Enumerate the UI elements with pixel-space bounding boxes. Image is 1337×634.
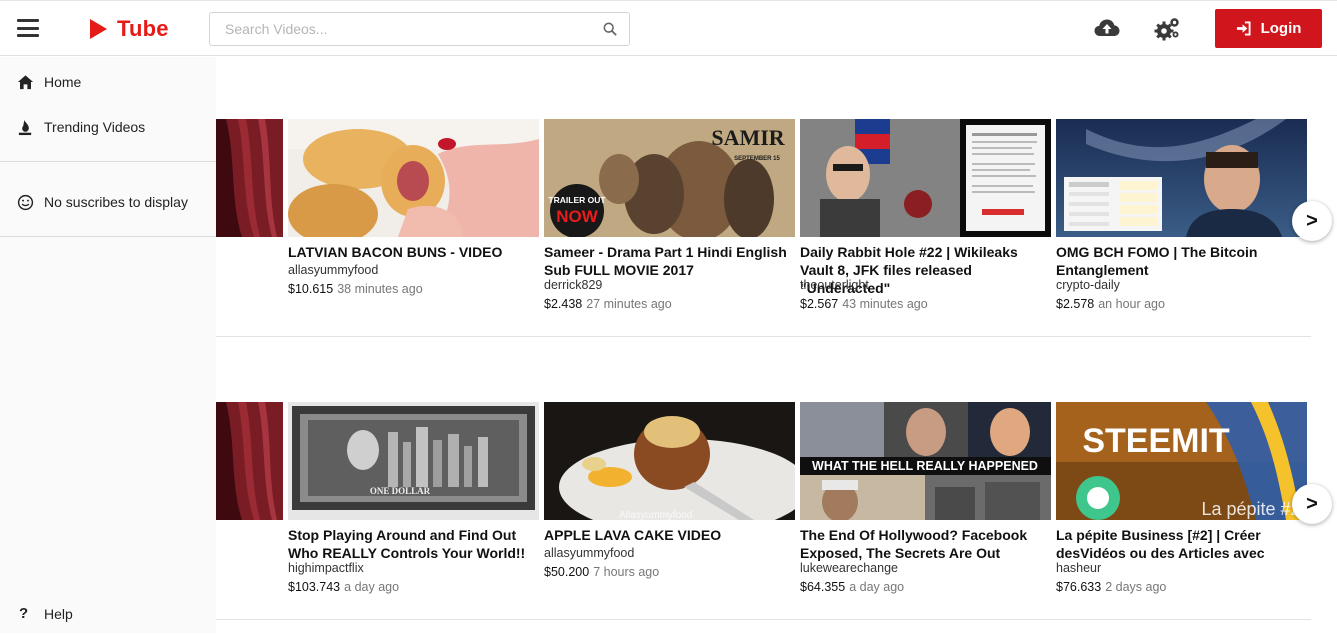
search-input[interactable] — [210, 13, 590, 45]
video-payout: $2.438 — [544, 297, 583, 311]
login-button[interactable]: Login — [1215, 9, 1322, 48]
carousel-next-button[interactable]: > — [1292, 201, 1332, 241]
video-meta: $2.578 an hour ago — [1056, 297, 1165, 311]
video-author[interactable]: allasyummyfood — [544, 546, 634, 560]
menu-icon[interactable] — [17, 19, 39, 37]
video-title[interactable]: La pépite Business [#2] | Créer desVidéo… — [1056, 526, 1307, 562]
video-thumbnail[interactable]: TRAILER OUT NOW SAMIR SEPTEMBER 15 — [544, 119, 795, 237]
sign-in-icon — [1236, 21, 1251, 36]
fire-icon — [18, 119, 32, 135]
smiley-icon — [17, 194, 34, 210]
video-thumbnail[interactable]: ONE DOLLAR — [288, 402, 539, 520]
video-time: 2 days ago — [1105, 580, 1167, 594]
video-meta: $2.438 27 minutes ago — [544, 297, 672, 311]
video-time: 27 minutes ago — [586, 297, 672, 311]
cloud-upload-icon[interactable] — [1093, 15, 1121, 43]
login-label: Login — [1260, 20, 1302, 37]
sidebar-item-help[interactable]: ? Help — [0, 594, 216, 634]
video-title[interactable]: OMG BCH FOMO | The Bitcoin Entanglement — [1056, 243, 1307, 279]
video-author[interactable]: highimpactflix — [288, 561, 364, 575]
carousel-next-button[interactable]: > — [1292, 484, 1332, 524]
sidebar-item-home[interactable]: Home — [0, 62, 216, 102]
sidebar-divider — [0, 161, 216, 162]
sidebar-item-trending[interactable]: Trending Videos — [0, 107, 216, 147]
video-title[interactable]: The End Of Hollywood? Facebook Exposed, … — [800, 526, 1051, 562]
play-logo-icon — [90, 19, 107, 39]
home-icon — [17, 74, 34, 89]
curtain-thumbnail[interactable] — [216, 402, 283, 520]
thumb-caption: ONE DOLLAR — [370, 486, 431, 496]
site-logo[interactable]: Tube — [90, 14, 169, 44]
video-author[interactable]: lukewearechange — [800, 561, 898, 575]
help-icon: ? — [19, 605, 29, 622]
search-icon[interactable] — [603, 22, 617, 36]
thumb-caption: Allasyummyfood — [619, 510, 692, 520]
sidebar-item-label: Trending Videos — [44, 119, 146, 135]
video-time: a day ago — [849, 580, 905, 594]
video-thumbnail[interactable]: WHAT THE HELL REALLY HAPPENED — [800, 402, 1051, 520]
video-payout: $76.633 — [1056, 580, 1102, 594]
row-divider — [216, 336, 1311, 337]
gear-icon[interactable] — [1153, 15, 1181, 43]
video-title[interactable]: LATVIAN BACON BUNS - VIDEO — [288, 243, 539, 261]
video-payout: $64.355 — [800, 580, 846, 594]
video-meta: $103.743 a day ago — [288, 580, 399, 594]
video-time: 7 hours ago — [593, 565, 660, 579]
video-payout: $10.615 — [288, 282, 334, 296]
video-author[interactable]: hasheur — [1056, 561, 1101, 575]
sidebar-item-subscriptions[interactable]: No suscribes to display — [0, 182, 216, 222]
video-title[interactable]: Sameer - Drama Part 1 Hindi English Sub … — [544, 243, 795, 279]
sidebar-divider — [0, 236, 216, 237]
thumb-caption: WHAT THE HELL REALLY HAPPENED — [812, 459, 1038, 473]
search-box — [209, 12, 630, 46]
sidebar-item-label: Help — [44, 606, 73, 622]
thumb-caption: SAMIR — [711, 125, 785, 150]
sidebar-item-label: Home — [44, 74, 82, 90]
video-thumbnail[interactable]: STEEMIT La pépite #2 — [1056, 402, 1307, 520]
thumb-caption: STEEMIT — [1082, 422, 1230, 460]
video-time: a day ago — [344, 580, 400, 594]
thumb-caption: NOW — [556, 207, 599, 226]
video-author[interactable]: theouterlight — [800, 278, 869, 292]
video-time: an hour ago — [1098, 297, 1165, 311]
video-title[interactable]: Stop Playing Around and Find Out Who REA… — [288, 526, 539, 562]
curtain-thumbnail[interactable] — [216, 119, 283, 237]
video-meta: $50.200 7 hours ago — [544, 565, 659, 579]
thumb-caption: La pépite #2 — [1201, 499, 1300, 519]
video-meta: $76.633 2 days ago — [1056, 580, 1166, 594]
video-thumbnail[interactable]: Allasyummyfood — [544, 402, 795, 520]
video-author[interactable]: crypto-daily — [1056, 278, 1120, 292]
video-payout: $103.743 — [288, 580, 341, 594]
sidebar: Home Trending Videos No suscribes to dis… — [0, 57, 216, 633]
row-divider — [216, 619, 1311, 620]
video-thumbnail[interactable] — [288, 119, 539, 237]
video-meta: $2.567 43 minutes ago — [800, 297, 928, 311]
sidebar-item-label: No suscribes to display — [44, 194, 188, 210]
video-meta: $10.615 38 minutes ago — [288, 282, 423, 296]
video-payout: $50.200 — [544, 565, 590, 579]
video-author[interactable]: derrick829 — [544, 278, 602, 292]
thumb-caption: TRAILER OUT — [548, 195, 606, 205]
video-payout: $2.567 — [800, 297, 839, 311]
video-time: 43 minutes ago — [842, 297, 928, 311]
video-title[interactable]: APPLE LAVA CAKE VIDEO — [544, 526, 795, 544]
logo-text: Tube — [117, 16, 169, 41]
video-payout: $2.578 — [1056, 297, 1095, 311]
video-thumbnail[interactable] — [800, 119, 1051, 237]
thumb-caption: SEPTEMBER 15 — [734, 156, 780, 162]
video-meta: $64.355 a day ago — [800, 580, 904, 594]
video-author[interactable]: allasyummyfood — [288, 263, 378, 277]
video-time: 38 minutes ago — [337, 282, 423, 296]
top-header: Tube Login — [0, 0, 1337, 56]
video-thumbnail[interactable] — [1056, 119, 1307, 237]
